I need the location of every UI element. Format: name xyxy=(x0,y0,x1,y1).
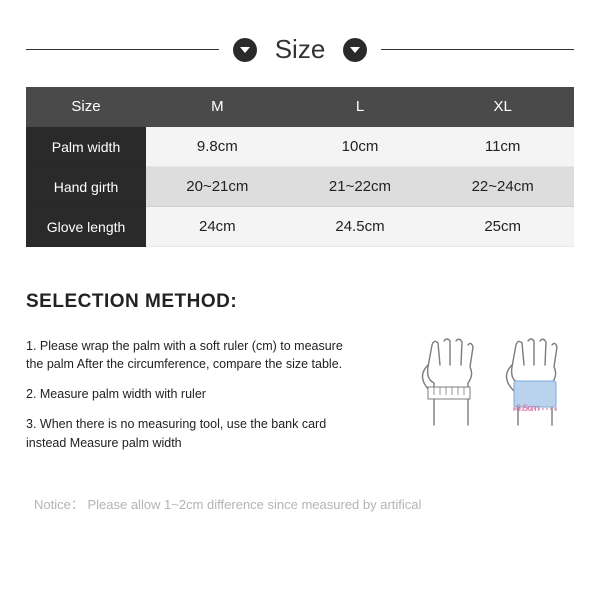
row-label: Palm width xyxy=(26,127,146,167)
selection-method: SELECTION METHOD: 1. Please wrap the pal… xyxy=(26,291,574,464)
table-row: Glove length 24cm 24.5cm 25cm xyxy=(26,207,574,247)
cell: 21~22cm xyxy=(289,167,432,207)
divider-left xyxy=(26,49,219,51)
row-label: Glove length xyxy=(26,207,146,247)
section-title: Size xyxy=(271,34,330,65)
col-xl: XL xyxy=(431,87,574,127)
col-size: Size xyxy=(26,87,146,127)
size-table: Size M L XL Palm width 9.8cm 10cm 11cm H… xyxy=(26,87,574,247)
cell: 11cm xyxy=(431,127,574,167)
size-header: Size xyxy=(26,34,574,65)
card-width-label: 8.5cm xyxy=(516,403,539,413)
notice-text: Notice： Please allow 1~2cm difference si… xyxy=(26,494,574,513)
selection-step: 3. When there is no measuring tool, use … xyxy=(26,415,346,451)
selection-illustration: 8.5cm xyxy=(414,291,574,464)
cell: 25cm xyxy=(431,207,574,247)
table-row: Palm width 9.8cm 10cm 11cm xyxy=(26,127,574,167)
divider-right xyxy=(381,49,574,51)
chevron-down-icon xyxy=(343,38,367,62)
cell: 9.8cm xyxy=(146,127,289,167)
cell: 22~24cm xyxy=(431,167,574,207)
table-row: Hand girth 20~21cm 21~22cm 22~24cm xyxy=(26,167,574,207)
row-label: Hand girth xyxy=(26,167,146,207)
page: Size Size M L XL Palm width 9.8cm 10cm 1… xyxy=(0,0,600,513)
selection-step: 1. Please wrap the palm with a soft rule… xyxy=(26,337,346,373)
selection-heading: SELECTION METHOD: xyxy=(26,291,396,313)
cell: 24cm xyxy=(146,207,289,247)
col-m: M xyxy=(146,87,289,127)
cell: 10cm xyxy=(289,127,432,167)
selection-step: 2. Measure palm width with ruler xyxy=(26,385,346,403)
col-l: L xyxy=(289,87,432,127)
hand-tape-icon xyxy=(414,335,488,427)
cell: 24.5cm xyxy=(289,207,432,247)
cell: 20~21cm xyxy=(146,167,289,207)
selection-text: SELECTION METHOD: 1. Please wrap the pal… xyxy=(26,291,396,464)
chevron-down-icon xyxy=(233,38,257,62)
table-header-row: Size M L XL xyxy=(26,87,574,127)
hand-card-icon: 8.5cm xyxy=(498,335,572,427)
